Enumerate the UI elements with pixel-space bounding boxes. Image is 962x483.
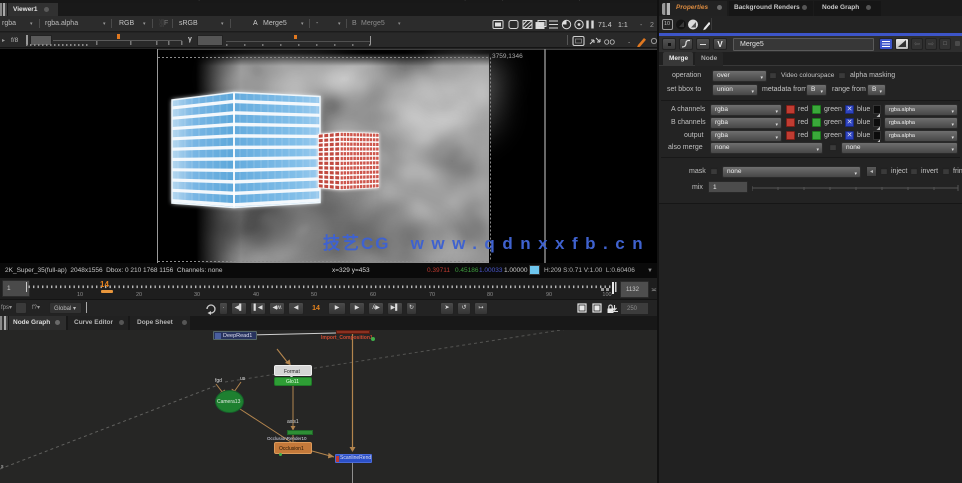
- svg-text:10: 10: [77, 292, 83, 298]
- svg-text:80: 80: [487, 292, 493, 298]
- svg-text:us: us: [240, 376, 246, 382]
- svg-text:1:1: 1:1: [618, 22, 628, 29]
- svg-text:fgd: fgd: [215, 378, 222, 384]
- svg-text:2: 2: [650, 22, 654, 29]
- svg-text:71.4: 71.4: [598, 22, 612, 29]
- svg-text:30: 30: [194, 292, 200, 298]
- svg-text:-: -: [628, 40, 631, 47]
- svg-text:100: 100: [602, 292, 611, 298]
- svg-text:20: 20: [136, 292, 142, 298]
- svg-text:-: -: [640, 22, 643, 29]
- svg-text:70: 70: [429, 292, 435, 298]
- svg-text:60: 60: [370, 292, 376, 298]
- svg-text:3759,1346: 3759,1346: [492, 53, 523, 60]
- svg-text:50: 50: [311, 292, 317, 298]
- svg-text:90: 90: [546, 292, 552, 298]
- svg-text:axis1: axis1: [287, 419, 299, 425]
- svg-text:40: 40: [253, 292, 259, 298]
- svg-text:OO: OO: [604, 40, 615, 47]
- svg-text:s: s: [1, 464, 4, 470]
